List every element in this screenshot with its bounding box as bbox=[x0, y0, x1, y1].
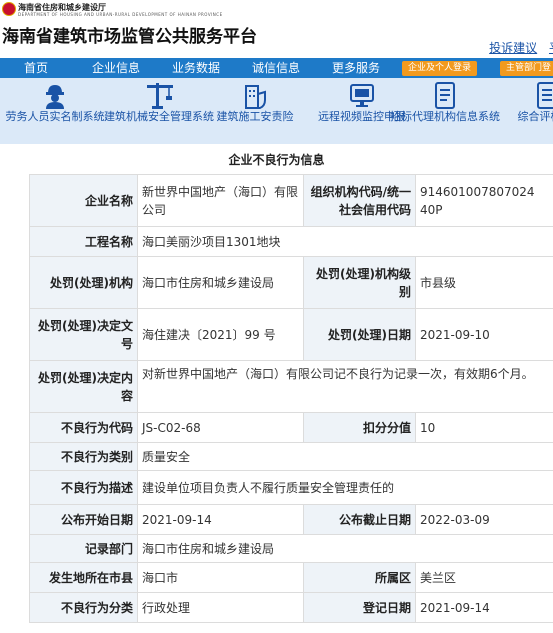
category-value: 质量安全 bbox=[137, 442, 553, 471]
enterprise-name-value: 新世界中国地产（海口）有限公司 bbox=[137, 174, 304, 227]
emblem-icon bbox=[2, 2, 16, 16]
field-label: 组织机构代码/统一社会信用代码 bbox=[303, 174, 416, 227]
quick-link-label: 建筑施工安责险 bbox=[216, 110, 294, 123]
description-value: 建设单位项目负责人不履行质量安全管理责任的 bbox=[137, 470, 553, 505]
register-date-value: 2021-09-14 bbox=[415, 592, 553, 623]
quick-link-machinery[interactable]: 建筑机械安全管理系统 bbox=[104, 78, 214, 123]
worker-icon bbox=[46, 85, 64, 109]
tower-crane-icon bbox=[147, 83, 173, 109]
quick-link-labor[interactable]: 劳务人员实名制系统 bbox=[0, 78, 110, 123]
table-row: 企业名称 新世界中国地产（海口）有限公司 组织机构代码/统一社会信用代码 914… bbox=[29, 174, 553, 227]
violation-record-table: 企业名称 新世界中国地产（海口）有限公司 组织机构代码/统一社会信用代码 914… bbox=[29, 174, 553, 623]
table-row: 公布开始日期 2021-09-14 公布截止日期 2022-03-09 bbox=[29, 504, 553, 535]
decision-content-value: 对新世界中国地产（海口）有限公司记不良行为记录一次，有效期6个月。 bbox=[137, 360, 553, 413]
department-name-en: DEPARTMENT OF HOUSING AND URBAN-RURAL DE… bbox=[18, 12, 223, 17]
authority-login-button[interactable]: 主管部门登 bbox=[500, 61, 553, 76]
field-label: 处罚(处理)机构级别 bbox=[303, 256, 416, 309]
classification-value: 行政处理 bbox=[137, 592, 304, 623]
field-label: 所属区 bbox=[303, 562, 416, 593]
city-value: 海口市 bbox=[137, 562, 304, 593]
field-label: 处罚(处理)决定文号 bbox=[29, 308, 138, 361]
penalty-org-value: 海口市住房和城乡建设局 bbox=[137, 256, 304, 309]
org-code-value: 914601007807024 40P bbox=[415, 174, 553, 227]
penalty-level-value: 市县级 bbox=[415, 256, 553, 309]
field-label: 发生地所在市县 bbox=[29, 562, 138, 593]
document-list-icon bbox=[537, 82, 553, 109]
field-label: 不良行为描述 bbox=[29, 470, 138, 505]
field-label: 处罚(处理)日期 bbox=[303, 308, 416, 361]
table-row: 不良行为分类 行政处理 登记日期 2021-09-14 bbox=[29, 592, 553, 623]
table-row: 处罚(处理)决定内容 对新世界中国地产（海口）有限公司记不良行为记录一次，有效期… bbox=[29, 360, 553, 413]
nav-enterprise-info[interactable]: 企业信息 bbox=[92, 58, 140, 78]
complaint-link[interactable]: 投诉建议 bbox=[489, 41, 537, 55]
site-header: 海南省住房和城乡建设厅 DEPARTMENT OF HOUSING AND UR… bbox=[0, 0, 553, 58]
field-label: 公布开始日期 bbox=[29, 504, 138, 535]
quick-link-label: 建筑机械安全管理系统 bbox=[104, 110, 214, 123]
district-value: 美兰区 bbox=[415, 562, 553, 593]
table-row: 记录部门 海口市住房和城乡建设局 bbox=[29, 534, 553, 563]
site-title: 海南省建筑市场监管公共服务平台 bbox=[2, 27, 257, 47]
field-label: 工程名称 bbox=[29, 226, 138, 257]
table-row: 不良行为代码 JS-C02-68 扣分分值 10 bbox=[29, 412, 553, 443]
project-value: 海口美丽沙项目1301地块 bbox=[137, 226, 553, 257]
field-label: 记录部门 bbox=[29, 534, 138, 563]
quick-link-label: 劳务人员实名制系统 bbox=[5, 110, 105, 123]
field-label: 企业名称 bbox=[29, 174, 138, 227]
field-label: 公布截止日期 bbox=[303, 504, 416, 535]
table-row: 不良行为类别 质量安全 bbox=[29, 442, 553, 471]
field-label: 不良行为代码 bbox=[29, 412, 138, 443]
monitor-icon bbox=[350, 84, 374, 107]
enterprise-login-button[interactable]: 企业及个人登录 bbox=[402, 61, 478, 76]
quick-links: 劳务人员实名制系统 建筑机械安全管理系统 建筑施工安责险 远程视频监控申报 招标… bbox=[0, 78, 553, 144]
building-shield-icon bbox=[245, 85, 266, 109]
record-dept-value: 海口市住房和城乡建设局 bbox=[137, 534, 553, 563]
publish-start-value: 2021-09-14 bbox=[137, 504, 304, 535]
nav-more-services[interactable]: 更多服务 bbox=[332, 58, 380, 78]
top-links: 投诉建议 平 bbox=[481, 39, 553, 56]
table-row: 工程名称 海口美丽沙项目1301地块 bbox=[29, 226, 553, 257]
field-label: 处罚(处理)决定内容 bbox=[29, 360, 138, 413]
top-link-cut[interactable]: 平 bbox=[549, 41, 553, 55]
nav-home[interactable]: 首页 bbox=[24, 58, 48, 78]
quick-link-label: 综合评标专 bbox=[517, 110, 553, 123]
points-value: 10 bbox=[415, 412, 553, 443]
table-row: 处罚(处理)机构 海口市住房和城乡建设局 处罚(处理)机构级别 市县级 bbox=[29, 256, 553, 309]
field-label: 登记日期 bbox=[303, 592, 416, 623]
nav-credit-info[interactable]: 诚信信息 bbox=[252, 58, 300, 78]
quick-link-insurance[interactable]: 建筑施工安责险 bbox=[200, 78, 310, 123]
table-row: 不良行为描述 建设单位项目负责人不履行质量安全管理责任的 bbox=[29, 470, 553, 505]
field-label: 不良行为分类 bbox=[29, 592, 138, 623]
quick-link-bidding-agency[interactable]: 招标代理机构信息系统 bbox=[390, 78, 500, 123]
table-row: 处罚(处理)决定文号 海住建决〔2021〕99 号 处罚(处理)日期 2021-… bbox=[29, 308, 553, 361]
quick-link-evaluation[interactable]: 综合评标专 bbox=[490, 78, 553, 123]
publish-end-value: 2022-03-09 bbox=[415, 504, 553, 535]
decision-no-value: 海住建决〔2021〕99 号 bbox=[137, 308, 304, 361]
quick-link-label: 招标代理机构信息系统 bbox=[390, 110, 500, 123]
penalty-date-value: 2021-09-10 bbox=[415, 308, 553, 361]
field-label: 不良行为类别 bbox=[29, 442, 138, 471]
nav-business-data[interactable]: 业务数据 bbox=[172, 58, 220, 78]
document-icon bbox=[435, 82, 455, 109]
record-title: 企业不良行为信息 bbox=[228, 153, 325, 167]
main-nav: 首页 企业信息 业务数据 诚信信息 更多服务 企业及个人登录 主管部门登 bbox=[0, 58, 553, 78]
field-label: 处罚(处理)机构 bbox=[29, 256, 138, 309]
violation-code-value: JS-C02-68 bbox=[137, 412, 304, 443]
table-row: 发生地所在市县 海口市 所属区 美兰区 bbox=[29, 562, 553, 593]
field-label: 扣分分值 bbox=[303, 412, 416, 443]
